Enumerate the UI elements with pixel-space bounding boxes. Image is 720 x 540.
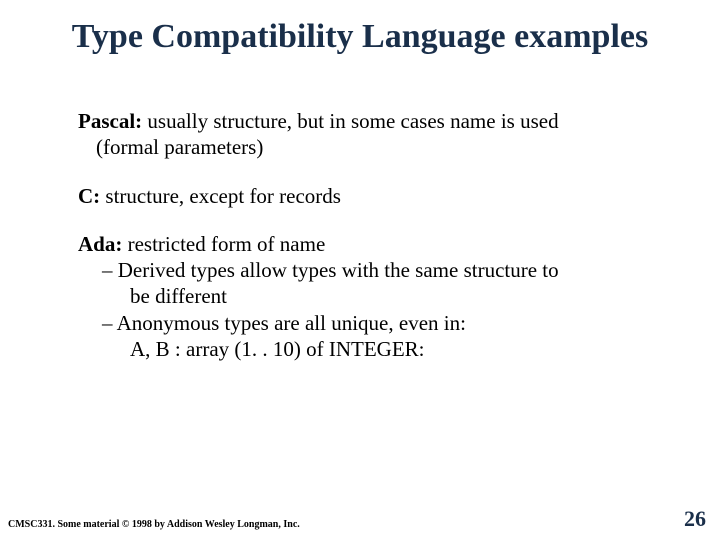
- pascal-text: usually structure, but in some cases nam…: [142, 109, 558, 133]
- slide-body: Pascal: usually structure, but in some c…: [78, 108, 668, 384]
- pascal-label: Pascal:: [78, 109, 142, 133]
- ada-line1: Ada: restricted form of name: [78, 231, 668, 257]
- ada-example: A, B : array (1. . 10) of INTEGER:: [78, 336, 668, 362]
- ada-label: Ada:: [78, 232, 122, 256]
- entry-c: C: structure, except for records: [78, 183, 668, 209]
- slide: Type Compatibility Language examples Pas…: [0, 0, 720, 540]
- footer-text: CMSC331. Some material © 1998 by Addison…: [8, 519, 300, 530]
- entry-pascal: Pascal: usually structure, but in some c…: [78, 108, 668, 161]
- slide-title: Type Compatibility Language examples: [0, 18, 720, 56]
- c-text: structure, except for records: [100, 184, 341, 208]
- entry-ada: Ada: restricted form of name – Derived t…: [78, 231, 668, 362]
- ada-bullet1a: – Derived types allow types with the sam…: [78, 257, 668, 283]
- ada-bullet1b: be different: [78, 283, 668, 309]
- ada-bullet2: – Anonymous types are all unique, even i…: [78, 310, 668, 336]
- c-label: C:: [78, 184, 100, 208]
- ada-text: restricted form of name: [122, 232, 325, 256]
- pascal-line2: (formal parameters): [78, 134, 668, 160]
- pascal-line1: Pascal: usually structure, but in some c…: [78, 108, 668, 134]
- page-number: 26: [684, 506, 706, 532]
